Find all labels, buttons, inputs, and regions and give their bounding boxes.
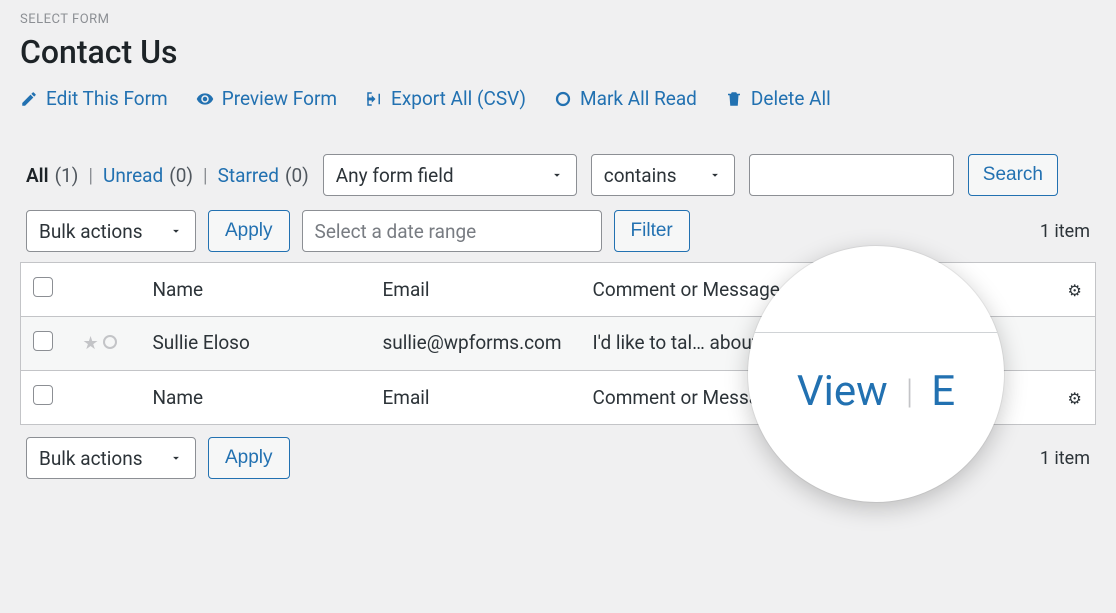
condition-select[interactable]: contains (591, 154, 735, 196)
edit-form-link[interactable]: Edit This Form (20, 87, 168, 110)
status-filters: All (1) | Unread (0) | Starred (0) (26, 164, 309, 187)
item-count-bottom: 1 item (1040, 448, 1090, 469)
separator: | (88, 164, 93, 187)
row-name: Sullie Eloso (141, 317, 371, 371)
read-indicator-icon[interactable] (103, 335, 117, 349)
delete-all-link[interactable]: Delete All (725, 87, 831, 110)
magnifier-callout: View | E (748, 246, 1004, 502)
name-header[interactable]: Name (141, 263, 371, 317)
select-all-checkbox[interactable] (33, 277, 53, 297)
search-input[interactable] (749, 154, 954, 196)
pencil-icon (20, 90, 38, 108)
item-count-top: 1 item (1040, 221, 1090, 242)
preview-form-link[interactable]: Preview Form (196, 87, 337, 110)
form-action-links: Edit This Form Preview Form Export All (… (20, 87, 1096, 110)
magnifier-separator: | (906, 372, 914, 412)
filter-starred[interactable]: Starred (218, 164, 279, 187)
apply-button-bottom[interactable]: Apply (208, 437, 290, 479)
select-all-checkbox-footer[interactable] (33, 385, 53, 405)
export-icon (365, 90, 383, 108)
page-title: Contact Us (20, 33, 1096, 71)
star-icon[interactable]: ★ (83, 333, 99, 354)
trash-icon (725, 90, 743, 108)
chevron-down-icon (169, 224, 183, 238)
magnifier-divider (748, 332, 1004, 333)
row-email: sullie@wpforms.com (371, 317, 581, 371)
gear-icon[interactable]: ⚙ (1068, 281, 1082, 300)
chevron-down-icon (550, 168, 564, 182)
export-csv-link[interactable]: Export All (CSV) (365, 87, 526, 110)
name-footer: Name (141, 371, 371, 425)
search-button[interactable]: Search (968, 154, 1058, 196)
chevron-down-icon (708, 168, 722, 182)
magnifier-view-text: View (797, 367, 888, 416)
date-range-input[interactable]: Select a date range (302, 210, 602, 252)
email-footer: Email (371, 371, 581, 425)
filter-all-count: (1) (55, 164, 79, 187)
condition-select-value: contains (604, 164, 677, 187)
filter-unread[interactable]: Unread (103, 164, 163, 187)
top-toolbar: Bulk actions Apply Select a date range F… (20, 206, 1096, 262)
field-select-value: Any form field (336, 164, 454, 187)
eye-icon (196, 90, 214, 108)
delete-all-label: Delete All (751, 87, 831, 110)
email-header[interactable]: Email (371, 263, 581, 317)
gear-icon[interactable]: ⚙ (1068, 389, 1082, 408)
magnifier-edit-text: E (931, 367, 955, 416)
mark-all-read-label: Mark All Read (580, 87, 697, 110)
field-select[interactable]: Any form field (323, 154, 577, 196)
filter-row: All (1) | Unread (0) | Starred (0) Any f… (20, 132, 1096, 206)
indicators-header (71, 263, 141, 317)
mark-all-read-link[interactable]: Mark All Read (554, 87, 697, 110)
preview-form-label: Preview Form (222, 87, 337, 110)
row-checkbox[interactable] (33, 331, 53, 351)
apply-button[interactable]: Apply (208, 210, 290, 252)
separator: | (203, 164, 208, 187)
export-csv-label: Export All (CSV) (391, 87, 526, 110)
filter-all[interactable]: All (26, 164, 49, 187)
bulk-actions-value: Bulk actions (39, 220, 143, 243)
bulk-actions-select[interactable]: Bulk actions (26, 210, 196, 252)
chevron-down-icon (169, 451, 183, 465)
filter-button[interactable]: Filter (614, 210, 690, 252)
bulk-actions-value: Bulk actions (39, 447, 143, 470)
bulk-actions-select-bottom[interactable]: Bulk actions (26, 437, 196, 479)
edit-form-label: Edit This Form (46, 87, 168, 110)
filter-unread-count: (0) (169, 164, 193, 187)
magnifier-row: View | E (797, 367, 955, 416)
circle-icon (554, 90, 572, 108)
filter-starred-count: (0) (285, 164, 309, 187)
select-form-label: SELECT FORM (20, 12, 1096, 27)
